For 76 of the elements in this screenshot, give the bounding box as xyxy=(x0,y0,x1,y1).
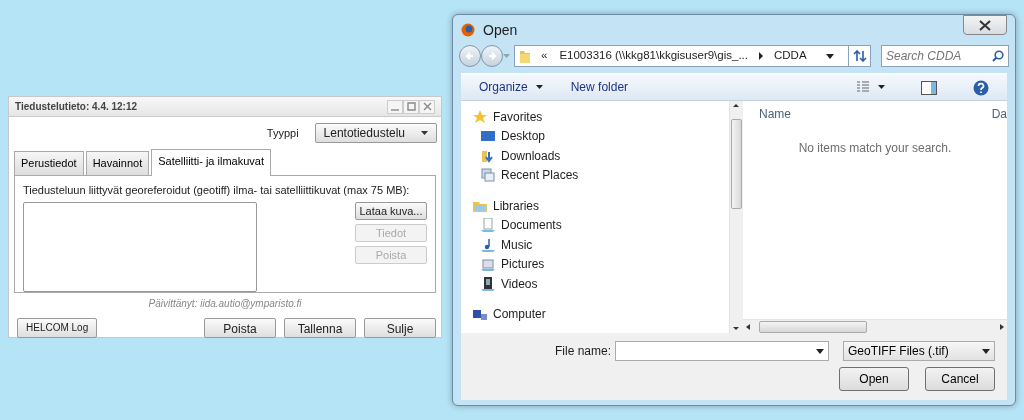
updated-by-text: Päivittänyt: iida.autio@ymparisto.fi xyxy=(148,296,302,311)
help-icon xyxy=(973,79,989,96)
history-caret-icon xyxy=(503,53,510,59)
side-button[interactable]: Lataa kuva... xyxy=(355,202,427,220)
dialog-title: Open xyxy=(483,20,518,40)
nav-group-item[interactable]: Libraries xyxy=(461,196,540,216)
nav-item[interactable]: Documents xyxy=(461,215,562,235)
nav-item[interactable]: Downloads xyxy=(461,146,561,166)
computer-icon xyxy=(473,307,487,322)
breadcrumb-item[interactable]: CDDA xyxy=(774,47,807,65)
footer-button[interactable]: Tallenna xyxy=(284,317,356,338)
maximize-icon xyxy=(405,101,417,112)
empty-message: No items match your search. xyxy=(797,140,953,157)
star-icon xyxy=(473,109,487,124)
nav-group-item[interactable]: Favorites xyxy=(461,107,543,127)
description-text: Tiedusteluun liittyvät georeferoidut (geotiff) ilma- tai satelliittikuvat (max 75 MB): xyxy=(23,182,411,198)
desktop-icon xyxy=(481,129,495,144)
refresh-arrows-icon xyxy=(852,50,867,62)
arrow-right-icon xyxy=(487,51,497,61)
breadcrumb-item[interactable]: « xyxy=(541,47,548,65)
footer-button[interactable]: Poista xyxy=(204,317,276,338)
type-label: Tyyppi xyxy=(266,125,299,141)
file-name-label: File name: xyxy=(554,343,611,360)
toolbar-button[interactable]: Organize xyxy=(473,76,549,98)
helcom-log-button[interactable]: HELCOM Log xyxy=(17,317,98,338)
browser-logo-icon xyxy=(461,23,475,37)
footer-button[interactable]: Sulje xyxy=(364,317,436,338)
close-button[interactable] xyxy=(963,15,1007,35)
dialog-button[interactable]: Cancel xyxy=(925,367,995,391)
column-header[interactable]: Name xyxy=(759,105,959,123)
document-icon xyxy=(481,218,495,233)
close-icon xyxy=(979,19,991,31)
maximize-button[interactable] xyxy=(403,99,419,114)
film-icon xyxy=(481,276,495,291)
close-icon xyxy=(421,101,433,112)
list-view-icon xyxy=(856,81,870,93)
picture-icon xyxy=(481,257,495,272)
window-title: Tiedustelutieto: 4.4. 12:12 xyxy=(15,100,138,114)
search-field[interactable]: Search CDDA xyxy=(881,45,1009,67)
column-header[interactable]: Da xyxy=(991,105,1007,123)
music-note-icon xyxy=(481,237,495,252)
arrow-left-icon xyxy=(465,51,475,61)
minimize-button[interactable] xyxy=(387,99,403,114)
file-type-dropdown[interactable]: GeoTIFF Files (.tif) xyxy=(843,341,995,361)
dropdown-caret-icon xyxy=(816,348,824,354)
folder-download-icon xyxy=(481,148,495,163)
chevron-right-icon xyxy=(758,52,764,60)
breadcrumb-item[interactable]: E1003316 (\\kkg81\kkgisuser9\gis_... xyxy=(559,47,748,65)
nav-item[interactable]: Recent Places xyxy=(461,165,579,185)
dropdown-caret-icon xyxy=(826,53,834,59)
preview-pane-icon xyxy=(921,80,937,95)
file-name-field[interactable] xyxy=(615,341,829,361)
tab[interactable]: Satelliitti- ja ilmakuvat xyxy=(151,149,271,176)
back-button[interactable] xyxy=(459,45,481,67)
image-list[interactable] xyxy=(23,202,257,292)
vertical-scrollbar[interactable] xyxy=(729,101,743,333)
tab[interactable]: Havainnot xyxy=(85,151,150,175)
nav-item[interactable]: Desktop xyxy=(461,126,546,146)
refresh-button[interactable] xyxy=(848,46,870,66)
dialog-button[interactable]: Open xyxy=(839,367,909,391)
caret-icon xyxy=(421,130,428,136)
address-bar[interactable]: « E1003316 (\\kkg81\kkgisuser9\gis_... CDDA xyxy=(514,45,871,67)
folder-icon xyxy=(519,48,531,64)
nav-item[interactable]: Pictures xyxy=(461,254,545,274)
dropdown-caret-icon xyxy=(982,348,990,354)
type-dropdown[interactable]: Lentotiedustelu xyxy=(314,123,437,143)
search-icon xyxy=(992,50,1004,62)
tab[interactable]: Perustiedot xyxy=(14,151,84,175)
nav-group-item[interactable]: Computer xyxy=(461,304,546,324)
toolbar-button[interactable]: New folder xyxy=(564,76,635,98)
forward-button[interactable] xyxy=(481,45,503,67)
recent-places-icon xyxy=(481,168,495,183)
minimize-icon xyxy=(389,109,401,111)
nav-item[interactable]: Music xyxy=(461,235,533,255)
caret-icon xyxy=(878,85,885,89)
nav-item[interactable]: Videos xyxy=(461,274,538,294)
